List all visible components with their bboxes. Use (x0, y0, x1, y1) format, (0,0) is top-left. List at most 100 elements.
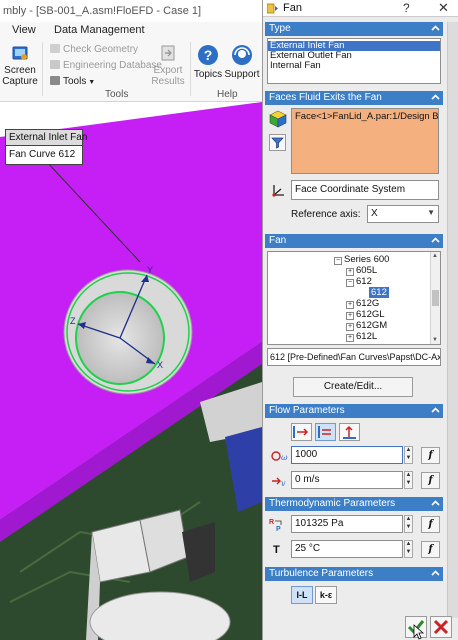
turbulence-section-header[interactable]: Turbulence Parameters (265, 567, 443, 581)
tools-dropdown-button[interactable]: Tools ▼ (50, 76, 95, 87)
collapse-chevron-icon (431, 94, 440, 100)
expand-icon[interactable]: + (346, 334, 354, 342)
collapse-icon[interactable]: − (346, 279, 354, 287)
velocity-fx-button[interactable]: f (421, 472, 440, 489)
tree-node-label: 612L (356, 331, 378, 342)
close-icon[interactable]: ✕ (438, 0, 449, 16)
temperature-spinner[interactable]: ▲ ▼ (404, 540, 413, 558)
scroll-up-icon[interactable]: ▲ (432, 253, 438, 259)
support-label: Support (224, 69, 260, 80)
flow-direction-swirl-button[interactable] (315, 423, 336, 441)
fan-curve-select[interactable]: 612 [Pre-Defined\Fan Curves\Papst\DC-Axi… (267, 348, 441, 366)
screen-capture-button[interactable]: Screen Capture (2, 44, 38, 87)
tree-node-series-600[interactable]: − Series 600 (334, 254, 389, 265)
axis-x-label: X (157, 360, 163, 370)
tree-node-label: 612 (356, 276, 372, 287)
temperature-input[interactable]: 25 °C (291, 540, 403, 558)
velocity-input[interactable]: 0 m/s (291, 471, 403, 489)
fan-curve-tree[interactable]: − Series 600 +605L −612 612 +612G +612GL … (267, 251, 441, 345)
rotation-speed-fx-button[interactable]: f (421, 447, 440, 464)
cancel-button[interactable] (430, 616, 452, 638)
tree-node-612[interactable]: −612 (346, 276, 372, 287)
mouse-cursor-icon (413, 624, 425, 640)
coordinate-system-icon (272, 185, 284, 197)
pressure-fx-button[interactable]: f (421, 516, 440, 533)
type-section-label: Type (269, 23, 291, 34)
selected-faces-list[interactable]: Face<1>FanLid_A.par:1/Design Body_1 (291, 108, 439, 174)
tree-node-label: 612 (371, 287, 387, 298)
help-icon[interactable]: ? (403, 1, 410, 15)
faces-section-label: Faces Fluid Exits the Fan (269, 92, 382, 103)
fan-type-option[interactable]: External Inlet Fan (268, 41, 440, 51)
reference-axis-label: Reference axis: (291, 209, 361, 220)
turbulence-k-epsilon-button[interactable]: k-ε (315, 586, 337, 604)
svg-text:v: v (281, 479, 286, 488)
temperature-fx-button[interactable]: f (421, 541, 440, 558)
expand-icon[interactable]: + (346, 312, 354, 320)
rotation-speed-icon: ω (271, 451, 288, 462)
scrollbar-thumb[interactable] (432, 290, 439, 306)
tree-node-612g[interactable]: +612G (346, 298, 379, 309)
ribbon-group-help: Help (217, 89, 238, 100)
tree-node-label: 605L (356, 265, 378, 276)
thermodynamic-section-label: Thermodynamic Parameters (269, 498, 396, 509)
tree-node-label: 612G (356, 298, 380, 309)
ribbon-separator (190, 42, 191, 96)
menu-data-management[interactable]: Data Management (54, 24, 145, 36)
tools-label: Tools (63, 76, 87, 87)
support-button[interactable]: Support (224, 44, 260, 80)
thermodynamic-section-header[interactable]: Thermodynamic Parameters (265, 497, 443, 511)
tree-node-label: 612GM (356, 320, 388, 331)
flow-direction-vector-button[interactable] (339, 423, 360, 441)
flow-section-header[interactable]: Flow Parameters (265, 404, 443, 418)
selected-face-item[interactable]: Face<1>FanLid_A.par:1/Design Body_1 (295, 111, 438, 122)
rotation-speed-input[interactable]: 1000 (291, 446, 403, 464)
expand-icon[interactable]: + (346, 301, 354, 309)
tree-scrollbar[interactable]: ▲ ▼ (430, 252, 440, 344)
pressure-input[interactable]: 101325 Pa (291, 515, 403, 533)
engineering-database-button[interactable]: Engineering Database (50, 60, 162, 71)
tree-node-605l[interactable]: +605L (346, 265, 377, 276)
faces-section-header[interactable]: Faces Fluid Exits the Fan (265, 91, 443, 105)
type-section-header[interactable]: Type (265, 22, 443, 36)
turbulence-intensity-length-button[interactable]: I-L (291, 586, 313, 604)
menu-bar: View Data Management (0, 22, 262, 38)
normal-flow-icon (293, 426, 309, 438)
rotation-speed-spinner[interactable]: ▲ ▼ (404, 446, 413, 464)
panel-scroll-strip[interactable] (447, 22, 458, 618)
collapse-icon[interactable]: − (334, 257, 342, 265)
cross-icon (433, 619, 449, 635)
fan-type-option[interactable]: Internal Fan (268, 61, 440, 71)
reference-axis-select[interactable]: X ▼ (367, 205, 439, 223)
export-results-label: Export Results (151, 65, 185, 87)
fan-type-list[interactable]: External Inlet Fan External Outlet Fan I… (267, 38, 441, 84)
3d-viewport[interactable]: Y Z X (0, 102, 262, 640)
topics-button[interactable]: ? Topics (192, 44, 224, 80)
fan-section-label: Fan (269, 235, 287, 246)
create-edit-button[interactable]: Create/Edit... (293, 377, 413, 397)
tree-node-612gl[interactable]: +612GL (346, 309, 385, 320)
check-geometry-button[interactable]: Check Geometry (50, 44, 138, 55)
velocity-spinner[interactable]: ▲ ▼ (404, 471, 413, 489)
screen-capture-label: Screen Capture (2, 65, 38, 87)
svg-text:R: R (269, 519, 274, 526)
check-geometry-label: Check Geometry (63, 44, 139, 55)
fan-callout[interactable]: External Inlet Fan Fan Curve 612 (5, 129, 87, 165)
export-results-button[interactable]: Export Results (150, 44, 186, 87)
scroll-down-icon[interactable]: ▼ (432, 337, 438, 343)
fan-type-option[interactable]: External Outlet Fan (268, 51, 440, 61)
expand-icon[interactable]: + (346, 323, 354, 331)
tree-node-612l[interactable]: +612L (346, 331, 377, 342)
filter-button[interactable] (269, 134, 286, 151)
tree-node-612gm[interactable]: +612GM (346, 320, 387, 331)
velocity-icon: v (272, 477, 286, 488)
fan-section-header[interactable]: Fan (265, 234, 443, 248)
tree-node-612-selected[interactable]: 612 (369, 287, 389, 298)
topics-label: Topics (193, 69, 223, 80)
pressure-spinner[interactable]: ▲ ▼ (404, 515, 413, 533)
menu-view[interactable]: View (12, 24, 36, 36)
expand-icon[interactable]: + (346, 268, 354, 276)
temperature-label: T (273, 544, 280, 556)
flow-direction-normal-button[interactable] (291, 423, 312, 441)
coordinate-system-field[interactable]: Face Coordinate System (291, 180, 439, 200)
